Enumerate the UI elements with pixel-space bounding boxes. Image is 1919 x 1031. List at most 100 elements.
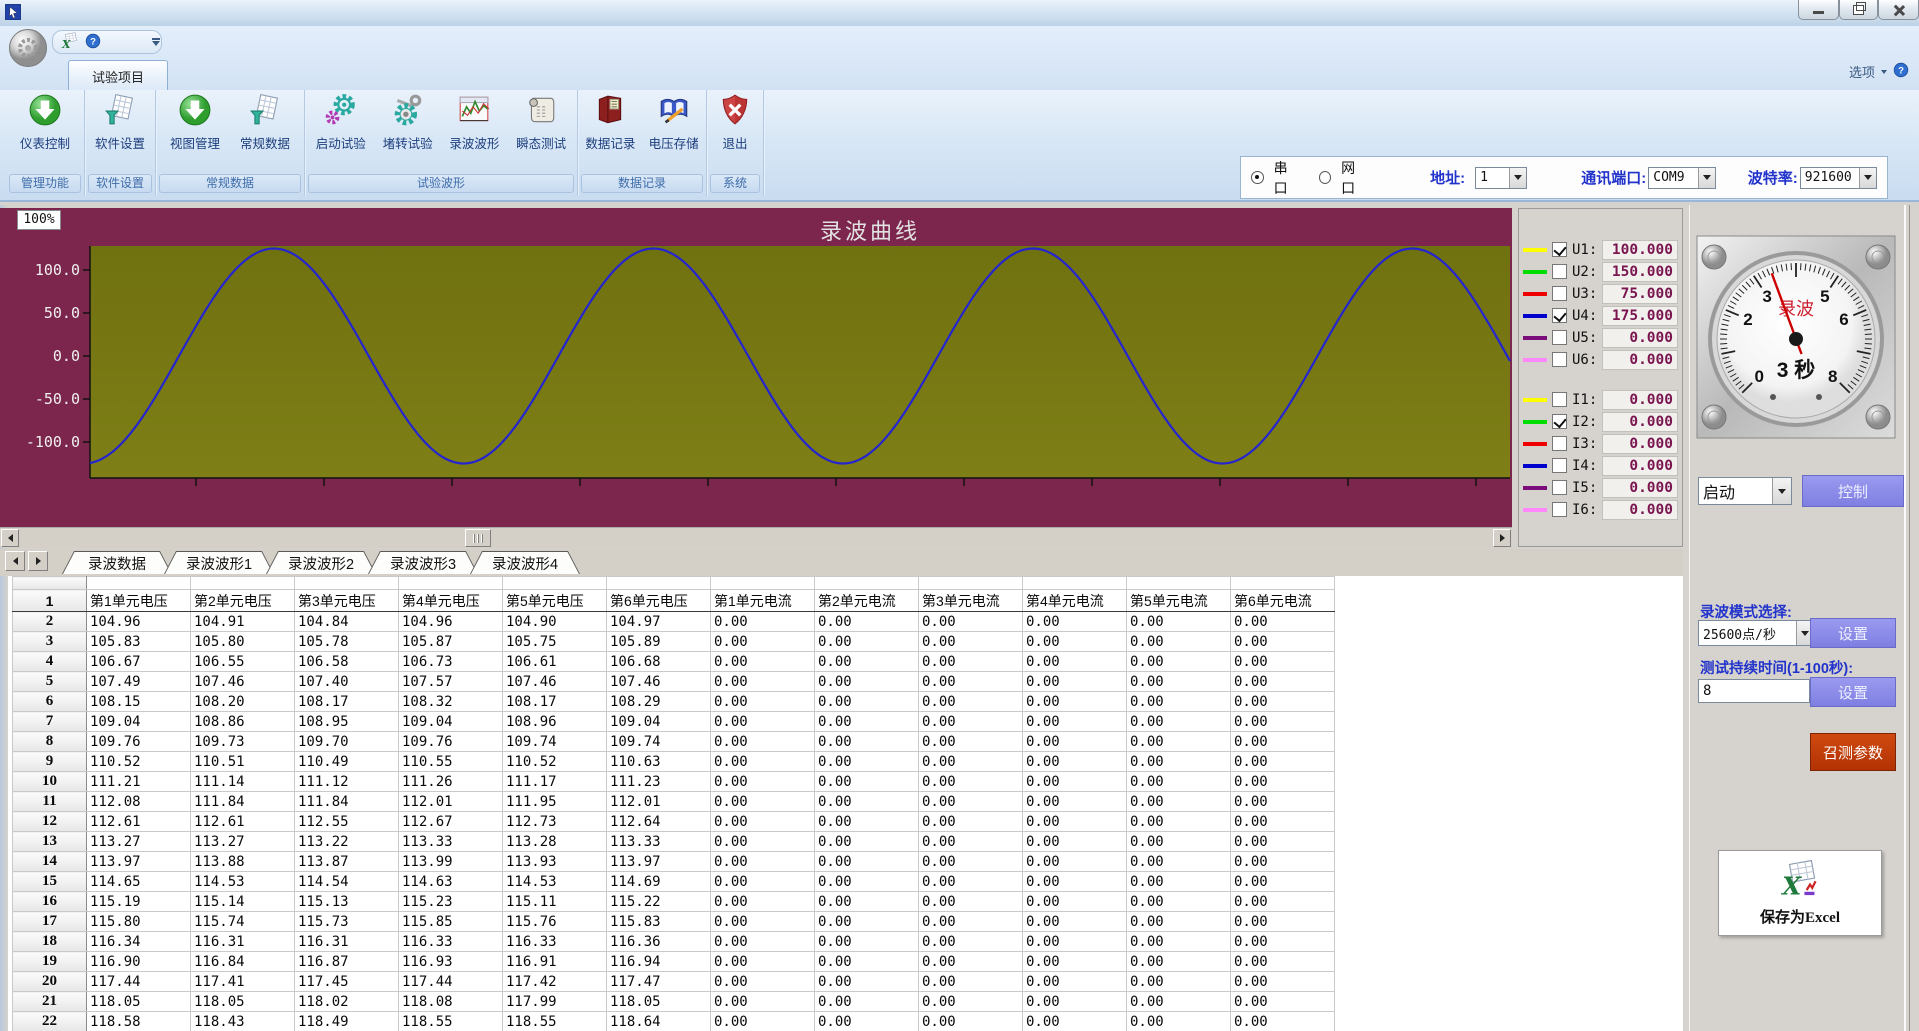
table-cell[interactable]: 0.00 [1231,932,1335,952]
table-cell[interactable]: 115.85 [399,912,503,932]
table-cell[interactable]: 0.00 [1127,672,1231,692]
table-cell[interactable]: 0.00 [1127,792,1231,812]
row-number-cell[interactable]: 16 [13,892,87,912]
table-cell[interactable]: 112.61 [191,812,295,832]
table-cell[interactable]: 113.87 [295,852,399,872]
table-cell[interactable]: 112.01 [399,792,503,812]
table-cell[interactable]: 108.15 [87,692,191,712]
table-cell[interactable]: 0.00 [815,832,919,852]
table-cell[interactable]: 116.31 [295,932,399,952]
channel-checkbox-U1[interactable] [1552,242,1567,257]
channel-checkbox-U3[interactable] [1552,286,1567,301]
row-number-cell[interactable]: 22 [13,1012,87,1031]
baud-select[interactable]: 921600 [1800,167,1877,189]
table-cell[interactable]: 0.00 [815,652,919,672]
save-excel-button[interactable]: X 保存为Excel [1718,850,1882,936]
table-cell[interactable]: 104.90 [503,612,607,632]
table-cell[interactable]: 111.12 [295,772,399,792]
channel-checkbox-I4[interactable] [1552,458,1567,473]
table-cell[interactable]: 0.00 [815,972,919,992]
table-cell[interactable]: 109.70 [295,732,399,752]
ribbon-button-数据记录[interactable]: 数据记录 [579,93,641,152]
control-button[interactable]: 控制 [1802,475,1904,507]
minimize-button[interactable] [1798,0,1839,20]
table-cell[interactable]: 104.84 [295,612,399,632]
row-number-cell[interactable]: 5 [13,672,87,692]
table-cell[interactable]: 0.00 [711,652,815,672]
table-cell[interactable]: 104.96 [87,612,191,632]
table-cell[interactable]: 114.69 [607,872,711,892]
ribbon-button-瞬态测试[interactable]: 瞬态测试 [510,93,572,152]
row-number-cell[interactable]: 11 [13,792,87,812]
scroll-left-button[interactable] [1,529,19,547]
table-cell[interactable]: 110.51 [191,752,295,772]
ribbon-button-电压存储[interactable]: 电压存储 [643,93,705,152]
table-cell[interactable]: 0.00 [711,932,815,952]
table-cell[interactable]: 116.91 [503,952,607,972]
row-number-cell[interactable]: 17 [13,912,87,932]
table-cell[interactable]: 0.00 [711,952,815,972]
table-cell[interactable]: 0.00 [1023,792,1127,812]
action-dropdown-button[interactable] [1772,478,1791,504]
table-cell[interactable]: 0.00 [1231,692,1335,712]
table-cell[interactable]: 117.44 [87,972,191,992]
table-cell[interactable]: 0.00 [1127,892,1231,912]
table-cell[interactable]: 109.74 [607,732,711,752]
table-cell[interactable]: 0.00 [1231,1012,1335,1031]
table-cell[interactable]: 115.80 [87,912,191,932]
table-cell[interactable]: 112.61 [87,812,191,832]
table-cell[interactable]: 0.00 [1127,692,1231,712]
table-cell[interactable]: 0.00 [815,712,919,732]
table-cell[interactable]: 0.00 [1023,692,1127,712]
table-cell[interactable]: 0.00 [1127,612,1231,632]
table-cell[interactable]: 0.00 [1127,872,1231,892]
table-cell[interactable]: 0.00 [815,632,919,652]
table-cell[interactable]: 114.63 [399,872,503,892]
table-cell[interactable]: 116.31 [191,932,295,952]
set-mode-button[interactable]: 设置 [1810,618,1896,648]
table-cell[interactable]: 117.45 [295,972,399,992]
row-number-cell[interactable]: 3 [13,632,87,652]
table-cell[interactable]: 106.61 [503,652,607,672]
table-cell[interactable]: 0.00 [1127,732,1231,752]
table-cell[interactable]: 0.00 [711,992,815,1012]
table-cell[interactable]: 109.04 [607,712,711,732]
table-cell[interactable]: 0.00 [919,892,1023,912]
table-cell[interactable]: 104.96 [399,612,503,632]
scrollbar-thumb[interactable] [465,529,491,547]
table-cell[interactable]: 0.00 [711,732,815,752]
channel-checkbox-I6[interactable] [1552,502,1567,517]
table-cell[interactable]: 0.00 [815,732,919,752]
table-cell[interactable]: 0.00 [815,992,919,1012]
column-header[interactable]: 第1单元电压 [87,590,191,612]
row-number-cell[interactable]: 6 [13,692,87,712]
table-cell[interactable]: 109.73 [191,732,295,752]
row-number-cell[interactable]: 20 [13,972,87,992]
table-cell[interactable]: 0.00 [815,692,919,712]
table-cell[interactable]: 0.00 [1127,752,1231,772]
table-cell[interactable]: 0.00 [711,612,815,632]
table-cell[interactable]: 115.83 [607,912,711,932]
row-number-cell[interactable]: 4 [13,652,87,672]
port-select[interactable]: COM9 [1648,167,1716,189]
data-spreadsheet[interactable]: 1第1单元电压第2单元电压第3单元电压第4单元电压第5单元电压第6单元电压第1单… [8,576,1683,1031]
channel-checkbox-I3[interactable] [1552,436,1567,451]
table-cell[interactable]: 107.46 [503,672,607,692]
row-number-cell[interactable]: 14 [13,852,87,872]
table-cell[interactable]: 0.00 [919,872,1023,892]
table-cell[interactable]: 0.00 [919,712,1023,732]
table-cell[interactable]: 114.65 [87,872,191,892]
table-cell[interactable]: 0.00 [1023,892,1127,912]
app-icon[interactable] [5,4,21,20]
channel-checkbox-U6[interactable] [1552,352,1567,367]
table-cell[interactable]: 0.00 [1127,912,1231,932]
table-cell[interactable]: 108.32 [399,692,503,712]
sheet-tab-录波波形4[interactable]: 录波波形4 [470,551,580,574]
table-cell[interactable]: 0.00 [1023,972,1127,992]
table-cell[interactable]: 113.99 [399,852,503,872]
baud-dropdown-button[interactable] [1859,168,1876,188]
table-cell[interactable]: 0.00 [919,652,1023,672]
table-cell[interactable]: 0.00 [1231,872,1335,892]
table-cell[interactable]: 0.00 [1231,812,1335,832]
channel-checkbox-U2[interactable] [1552,264,1567,279]
